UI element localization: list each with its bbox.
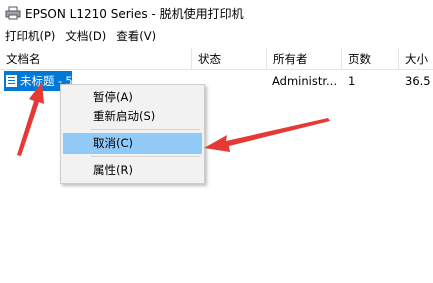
title-bar: EPSON L1210 Series - 脱机使用打印机 [0, 0, 433, 26]
menu-bar: 打印机(P) 文档(D) 查看(V) [0, 26, 433, 46]
menu-item-restart[interactable]: 重新启动(S) [63, 106, 202, 127]
column-owner[interactable]: 所有者 [267, 48, 342, 70]
printer-icon [5, 6, 21, 20]
menu-item-properties[interactable]: 属性(R) [63, 160, 202, 181]
context-menu: 暂停(A) 重新启动(S) 取消(C) 属性(R) [60, 84, 205, 184]
menu-item-cancel[interactable]: 取消(C) [63, 133, 202, 154]
job-status [198, 71, 267, 91]
document-icon [6, 75, 17, 87]
menu-separator [91, 129, 200, 130]
column-document-name[interactable]: 文档名 [0, 48, 192, 70]
column-status[interactable]: 状态 [192, 48, 267, 70]
menu-view[interactable]: 查看(V) [111, 28, 161, 44]
window-title: EPSON L1210 Series - 脱机使用打印机 [25, 6, 244, 21]
job-pages: 1 [348, 74, 356, 88]
job-size: 36.5 [405, 74, 431, 88]
job-name: 未标题 - [20, 74, 63, 88]
red-arrow-icon [17, 82, 44, 156]
menu-printer[interactable]: 打印机(P) [0, 28, 60, 44]
job-owner: Administr... [272, 74, 337, 88]
menu-document[interactable]: 文档(D) [60, 28, 111, 44]
column-size[interactable]: 大小 [399, 48, 433, 70]
red-arrow-icon [204, 118, 330, 152]
menu-item-pause[interactable]: 暂停(A) [63, 87, 202, 108]
column-pages[interactable]: 页数 [342, 48, 399, 70]
menu-separator [91, 156, 200, 157]
column-header: 文档名 状态 所有者 页数 大小 [0, 48, 433, 70]
